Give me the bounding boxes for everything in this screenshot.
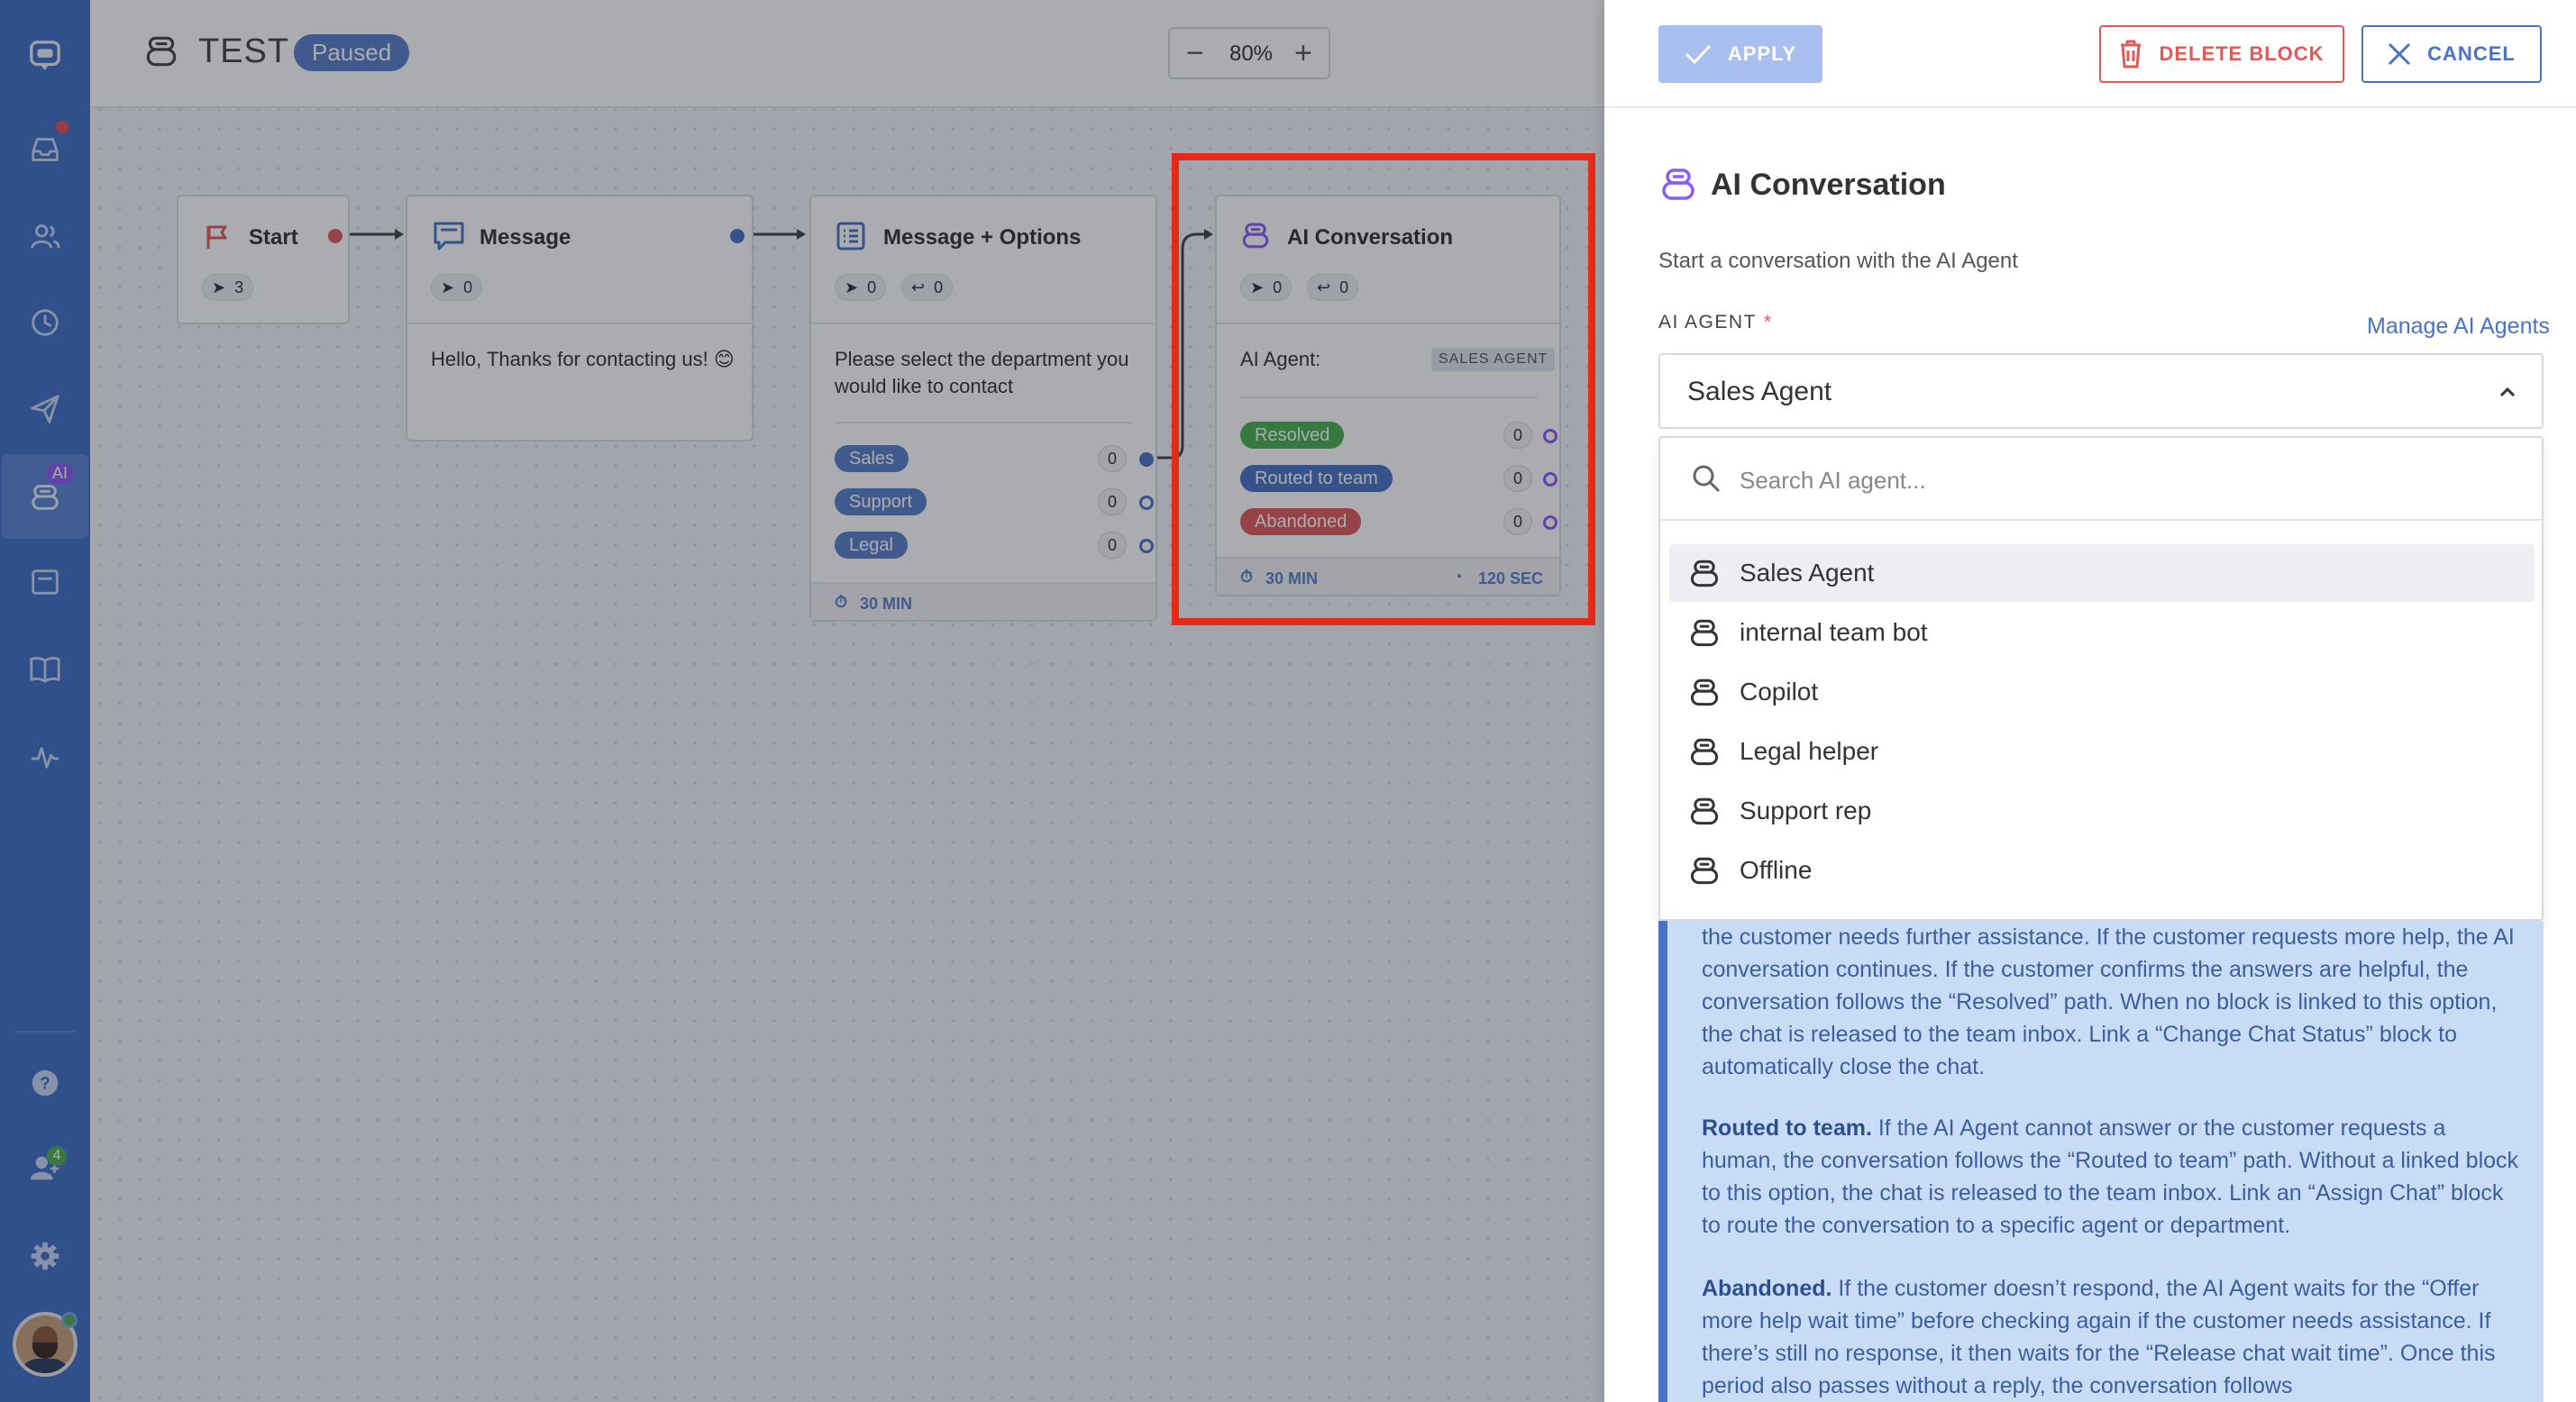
required-mark: * [1763, 312, 1773, 332]
agent-option[interactable]: internal team bot [1669, 604, 2535, 661]
cancel-button[interactable]: CANCEL [2361, 25, 2542, 83]
agent-option[interactable]: Support rep [1669, 782, 2535, 840]
apply-button[interactable]: APPLY [1658, 25, 1822, 83]
selected-node-highlight [1172, 153, 1595, 625]
close-icon [2389, 42, 2411, 66]
selected-agent: Sales Agent [1687, 377, 1832, 406]
agent-option[interactable]: Legal helper [1669, 723, 2535, 780]
check-icon [1685, 44, 1711, 65]
panel-title: AI Conversation [1711, 168, 1946, 202]
bot-icon [1690, 678, 1719, 706]
manage-ai-agents-link[interactable]: Manage AI Agents [2367, 314, 2550, 340]
agent-option[interactable]: Offline [1669, 842, 2535, 899]
bot-icon [1690, 857, 1719, 885]
search-icon [1693, 465, 1721, 493]
agent-search-input[interactable]: Search AI agent... [1660, 438, 2542, 521]
bot-icon [1690, 797, 1719, 825]
ai-agent-select[interactable]: Sales Agent [1658, 353, 2544, 429]
delete-block-button[interactable]: DELETE BLOCK [2099, 25, 2344, 83]
block-settings-panel: APPLY DELETE BLOCK CANCEL AI Conversatio… [1604, 0, 2576, 1402]
agent-option[interactable]: Copilot [1669, 663, 2535, 721]
trash-icon [2121, 40, 2142, 68]
panel-subtitle: Start a conversation with the AI Agent [1658, 249, 2018, 273]
bot-icon [1690, 738, 1719, 766]
panel-header: APPLY DELETE BLOCK CANCEL [1604, 0, 2576, 108]
info-abandoned-text: Abandoned. If the customer doesn’t respo… [1702, 1276, 2496, 1398]
bot-icon [1690, 560, 1719, 587]
bot-icon [1690, 619, 1719, 647]
agent-option[interactable]: Sales Agent [1669, 544, 2535, 602]
chevron-up-icon [2499, 387, 2516, 397]
paths-info-box: the customer needs further assistance. I… [1658, 921, 2544, 1402]
ai-agent-field-label: AI AGENT * [1658, 312, 1773, 332]
ai-bot-icon [1662, 168, 1694, 200]
ai-agent-dropdown: Search AI agent... Sales Agent internal … [1658, 436, 2544, 921]
info-resolved-text: the customer needs further assistance. I… [1702, 924, 2515, 1079]
info-routed-text: Routed to team. If the AI Agent cannot a… [1702, 1115, 2519, 1238]
